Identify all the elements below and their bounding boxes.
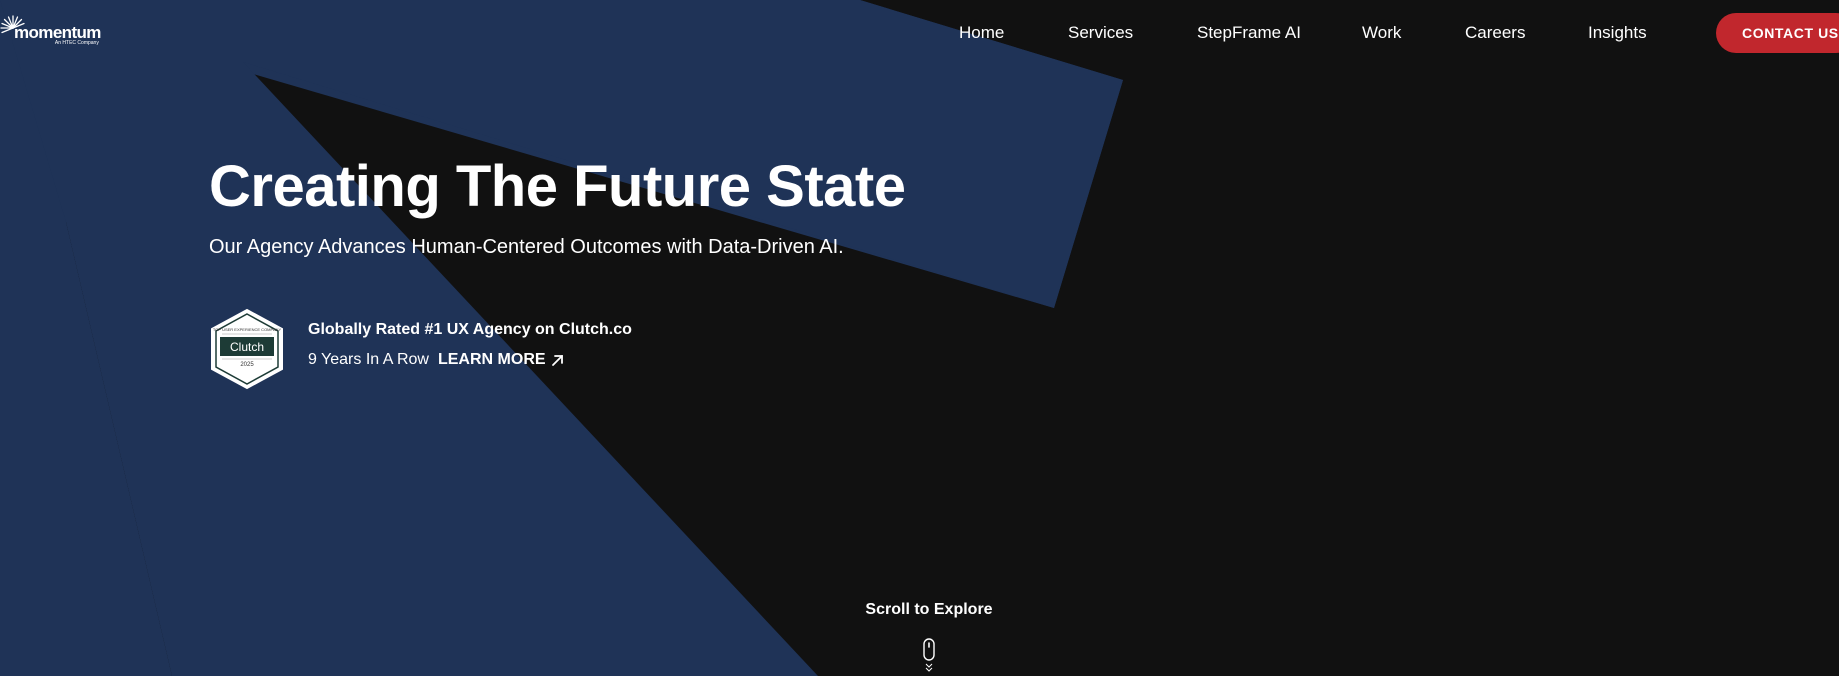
hero-subtitle: Our Agency Advances Human-Centered Outco… — [209, 236, 844, 258]
nav-item-home[interactable]: Home — [959, 22, 1004, 44]
badge-top-text: TOP USER EXPERIENCE COMPANY — [213, 327, 282, 332]
mouse-scroll-icon — [923, 638, 935, 672]
arrow-up-right-icon — [551, 354, 563, 366]
clutch-rating: TOP USER EXPERIENCE COMPANY Clutch 2025 … — [209, 308, 632, 390]
badge-title: Globally Rated #1 UX Agency on Clutch.co — [308, 321, 632, 338]
nav-item-insights[interactable]: Insights — [1588, 22, 1647, 44]
page: momentum An HTEC Company Home Services S… — [0, 0, 1839, 676]
nav-item-services[interactable]: Services — [1068, 22, 1133, 44]
scroll-cue[interactable]: Scroll to Explore — [829, 600, 1029, 674]
contact-us-button[interactable]: CONTACT US — [1716, 13, 1839, 53]
scroll-label: Scroll to Explore — [865, 601, 993, 618]
nav-item-stepframe-ai[interactable]: StepFrame AI — [1197, 22, 1301, 44]
hero-section: Creating The Future State Our Agency Adv… — [209, 152, 906, 260]
nav-item-work[interactable]: Work — [1362, 22, 1401, 44]
nav-item-careers[interactable]: Careers — [1465, 22, 1525, 44]
site-header: momentum An HTEC Company Home Services S… — [0, 0, 1839, 66]
badge-text: Globally Rated #1 UX Agency on Clutch.co… — [308, 320, 632, 370]
badge-line2: 9 Years In A Row LEARN MORE — [308, 350, 632, 370]
hero-title: Creating The Future State — [209, 154, 906, 219]
learn-more-link[interactable]: LEARN MORE — [438, 350, 564, 370]
badge-years: 9 Years In A Row — [308, 351, 429, 368]
badge-brand: Clutch — [230, 340, 264, 354]
main-nav: Home Services StepFrame AI Work Careers … — [0, 22, 1839, 44]
badge-year: 2025 — [240, 362, 254, 368]
clutch-badge-icon: TOP USER EXPERIENCE COMPANY Clutch 2025 — [211, 308, 283, 390]
learn-more-label: LEARN MORE — [437, 351, 546, 368]
